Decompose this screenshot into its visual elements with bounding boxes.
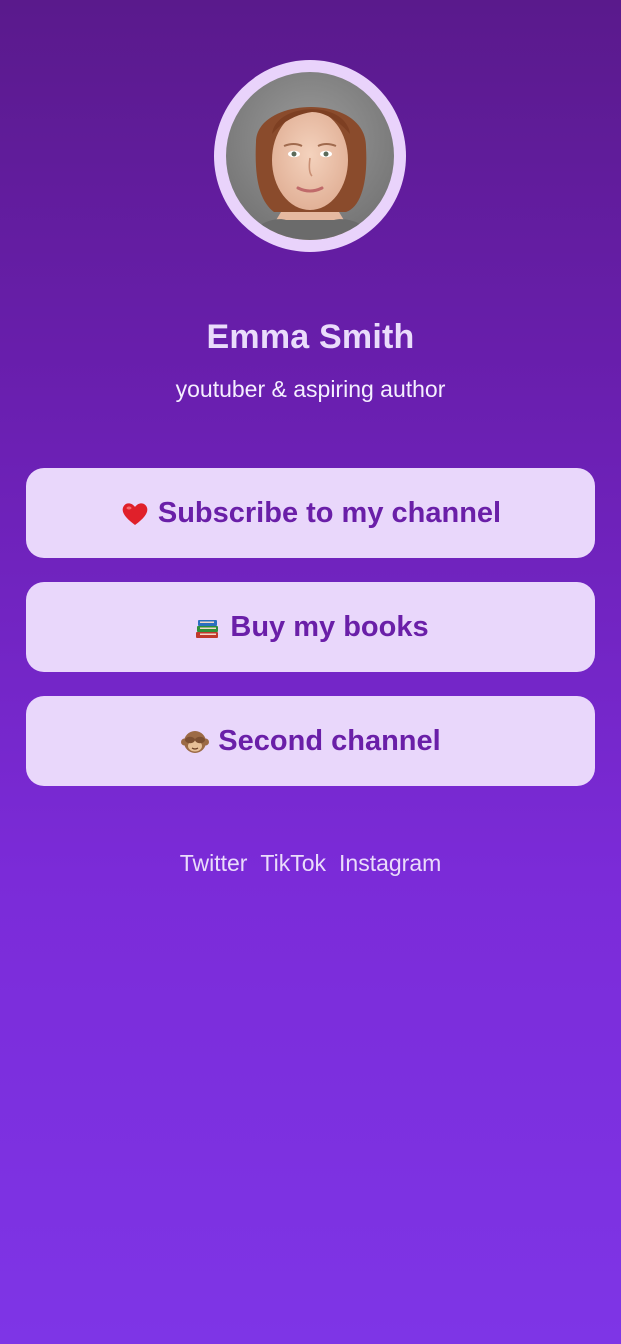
heart-icon xyxy=(120,499,150,529)
monkey-icon xyxy=(180,727,210,757)
twitter-link[interactable]: Twitter xyxy=(180,850,248,877)
tiktok-link[interactable]: TikTok xyxy=(260,850,326,877)
profile-photo xyxy=(226,72,394,240)
subscribe-channel-button[interactable]: Subscribe to my channel xyxy=(26,468,595,558)
avatar-ring xyxy=(214,60,406,252)
instagram-link[interactable]: Instagram xyxy=(339,850,441,877)
books-icon xyxy=(192,613,222,643)
profile-name: Emma Smith xyxy=(206,318,415,356)
avatar xyxy=(226,72,394,240)
profile-bio: youtuber & aspiring author xyxy=(175,376,446,402)
buy-books-button[interactable]: Buy my books xyxy=(26,582,595,672)
second-channel-button[interactable]: Second channel xyxy=(26,696,595,786)
subscribe-channel-label: Subscribe to my channel xyxy=(157,496,502,529)
social-links: Twitter TikTok Instagram xyxy=(0,850,621,877)
buy-books-label: Buy my books xyxy=(230,610,429,643)
profile-page: Emma Smith youtuber & aspiring author Su… xyxy=(0,0,621,1344)
second-channel-label: Second channel xyxy=(218,724,441,757)
